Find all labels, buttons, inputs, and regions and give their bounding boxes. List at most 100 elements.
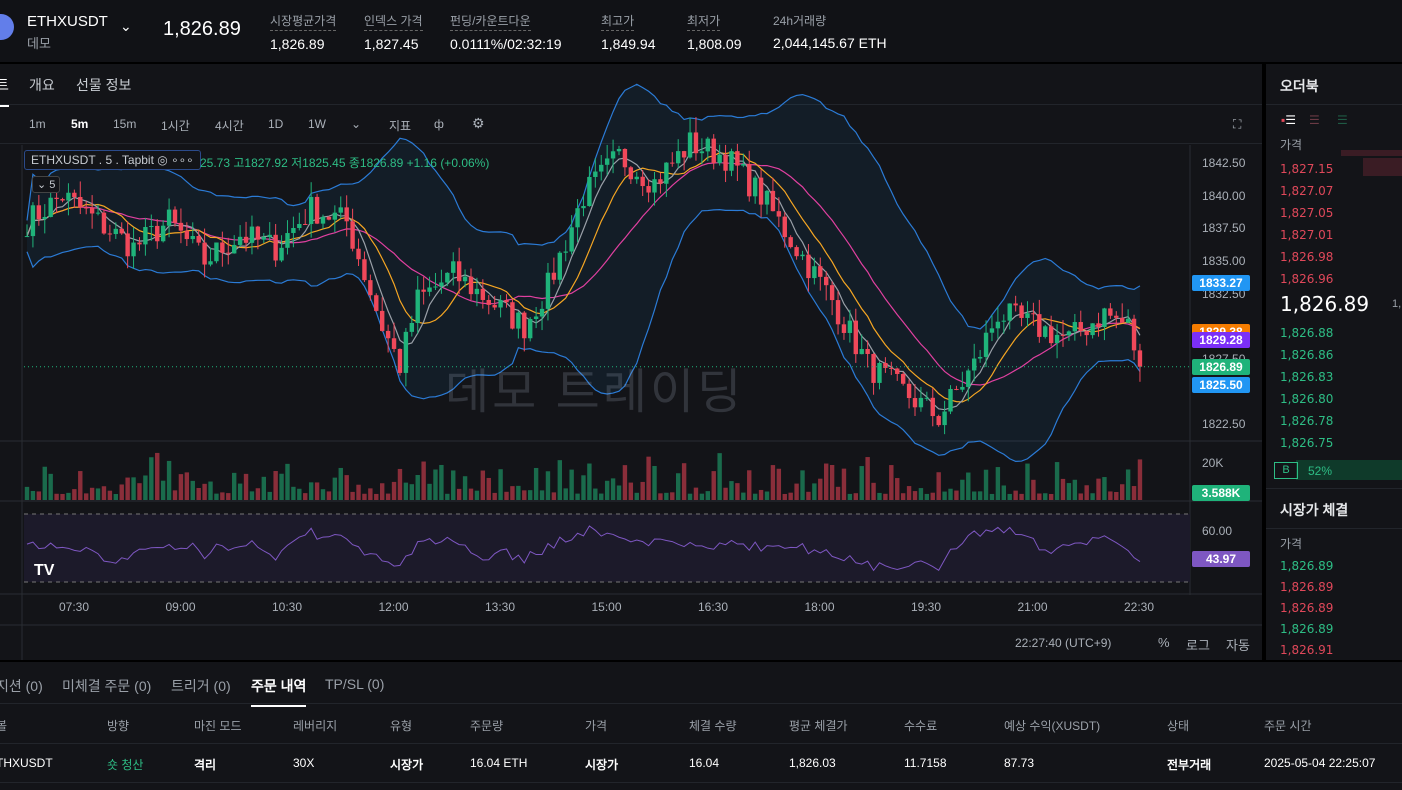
volume-bar [202, 483, 207, 500]
view-asks-icon[interactable]: ☰ [1309, 113, 1320, 127]
candle-body [569, 227, 574, 252]
volume-bar [883, 493, 888, 500]
candle-body [72, 192, 77, 198]
volume-bar [119, 484, 124, 500]
candle-body [356, 248, 361, 260]
candle-body [125, 233, 130, 257]
volume-bar [569, 469, 574, 500]
candle-body [640, 176, 645, 187]
ask-price[interactable]: 1,827.01 [1280, 228, 1333, 242]
candle-body [60, 199, 65, 201]
volume-bar [184, 472, 190, 500]
bid-price[interactable]: 1,826.83 [1280, 370, 1333, 384]
trade-price: 1,826.89 [1280, 580, 1334, 594]
ask-price[interactable]: 1,827.05 [1280, 206, 1333, 220]
candle-body [261, 236, 266, 240]
volume-bar [670, 492, 675, 500]
order-cell: THXUSDT [0, 756, 53, 770]
volume-bar [717, 453, 722, 500]
volume-bar [445, 493, 450, 500]
candle-body [859, 349, 864, 355]
candle-body [983, 332, 989, 357]
price-marker: 1833.27 [1192, 275, 1250, 292]
volume-bar [752, 493, 758, 500]
volume-bar [1120, 484, 1125, 500]
price-marker: 1829.28 [1192, 331, 1250, 348]
order-cell: 시장가 [585, 758, 619, 772]
volume-bar [782, 493, 787, 500]
legend-collapse-button[interactable]: ⌄ 5 [32, 176, 61, 193]
orders-tab[interactable]: 미체결 주문 (0) [62, 676, 151, 696]
volume-bar [1096, 478, 1101, 500]
candle-body [800, 254, 805, 257]
volume-bar [84, 493, 89, 500]
auto-scale-button[interactable]: 자동 [1226, 635, 1250, 654]
bid-price[interactable]: 1,826.88 [1280, 326, 1333, 340]
candle-body [196, 235, 201, 243]
ask-price[interactable]: 1,826.96 [1280, 272, 1333, 286]
candle-body [427, 287, 432, 292]
time-tick: 16:30 [698, 600, 729, 614]
candle-body [214, 242, 219, 262]
volume-bar [587, 463, 592, 500]
candle-body [332, 212, 338, 220]
volume-bar [332, 477, 338, 500]
volume-bar [36, 491, 42, 500]
volume-bar [575, 493, 580, 500]
view-both-icon[interactable]: ▪☰ [1281, 113, 1296, 127]
eye-icon[interactable]: ◎ [157, 153, 167, 167]
volume-bar [415, 474, 420, 500]
volume-bar [1025, 463, 1030, 500]
volume-bar [729, 481, 734, 500]
volume-bar [758, 489, 764, 500]
orders-tab[interactable]: 트리거 (0) [171, 676, 231, 696]
candle-body [829, 285, 835, 301]
bid-price[interactable]: 1,826.78 [1280, 414, 1333, 428]
candle-body [824, 276, 829, 286]
candle-body [368, 280, 373, 296]
candle-body [593, 171, 598, 177]
candle-body [184, 230, 190, 240]
candle-body [563, 251, 568, 253]
volume-bar [599, 493, 604, 500]
log-scale-button[interactable]: 로그 [1186, 635, 1210, 654]
bid-price[interactable]: 1,826.75 [1280, 436, 1333, 450]
column-header: 유형 [390, 719, 413, 733]
ask-price[interactable]: 1,826.98 [1280, 250, 1333, 264]
price-chart[interactable] [0, 0, 1262, 660]
candle-body [1078, 322, 1083, 331]
candle-body [670, 162, 675, 164]
view-bids-icon[interactable]: ☰ [1337, 113, 1348, 127]
orders-tab[interactable]: 지션 (0) [0, 676, 43, 696]
candle-body [681, 151, 687, 158]
bid-price[interactable]: 1,826.80 [1280, 392, 1333, 406]
percent-scale-button[interactable]: % [1158, 635, 1170, 650]
candle-body [918, 397, 924, 408]
volume-bar [983, 469, 989, 500]
trades-price-header: 가격 [1280, 537, 1303, 551]
candle-body [652, 179, 657, 193]
column-header: 마진 모드 [194, 719, 242, 733]
price-marker: 1826.89 [1192, 358, 1250, 375]
more-icon[interactable]: ∘∘∘ [171, 153, 194, 167]
volume-bar [397, 468, 403, 500]
candle-body [1007, 303, 1012, 321]
candle-body [912, 398, 918, 408]
volume-bar [522, 490, 527, 500]
candle-body [634, 176, 639, 180]
ask-price[interactable]: 1,827.15 [1280, 162, 1333, 176]
candle-body [948, 388, 953, 412]
order-cell: 11.7158 [904, 756, 947, 770]
candle-body [492, 304, 497, 308]
volume-bar [1019, 493, 1024, 500]
bid-price[interactable]: 1,826.86 [1280, 348, 1333, 362]
orders-tab[interactable]: TP/SL (0) [325, 676, 384, 692]
candle-body [36, 205, 42, 220]
candle-body [604, 158, 610, 165]
ask-price[interactable]: 1,827.07 [1280, 184, 1333, 198]
candle-body [1025, 313, 1030, 318]
candle-body [658, 179, 663, 184]
volume-bar [374, 493, 379, 500]
trade-price: 1,826.91 [1280, 643, 1334, 657]
chart-legend-title[interactable]: ETHXUSDT . 5 . Tapbit ◎ ∘∘∘ [24, 150, 201, 170]
